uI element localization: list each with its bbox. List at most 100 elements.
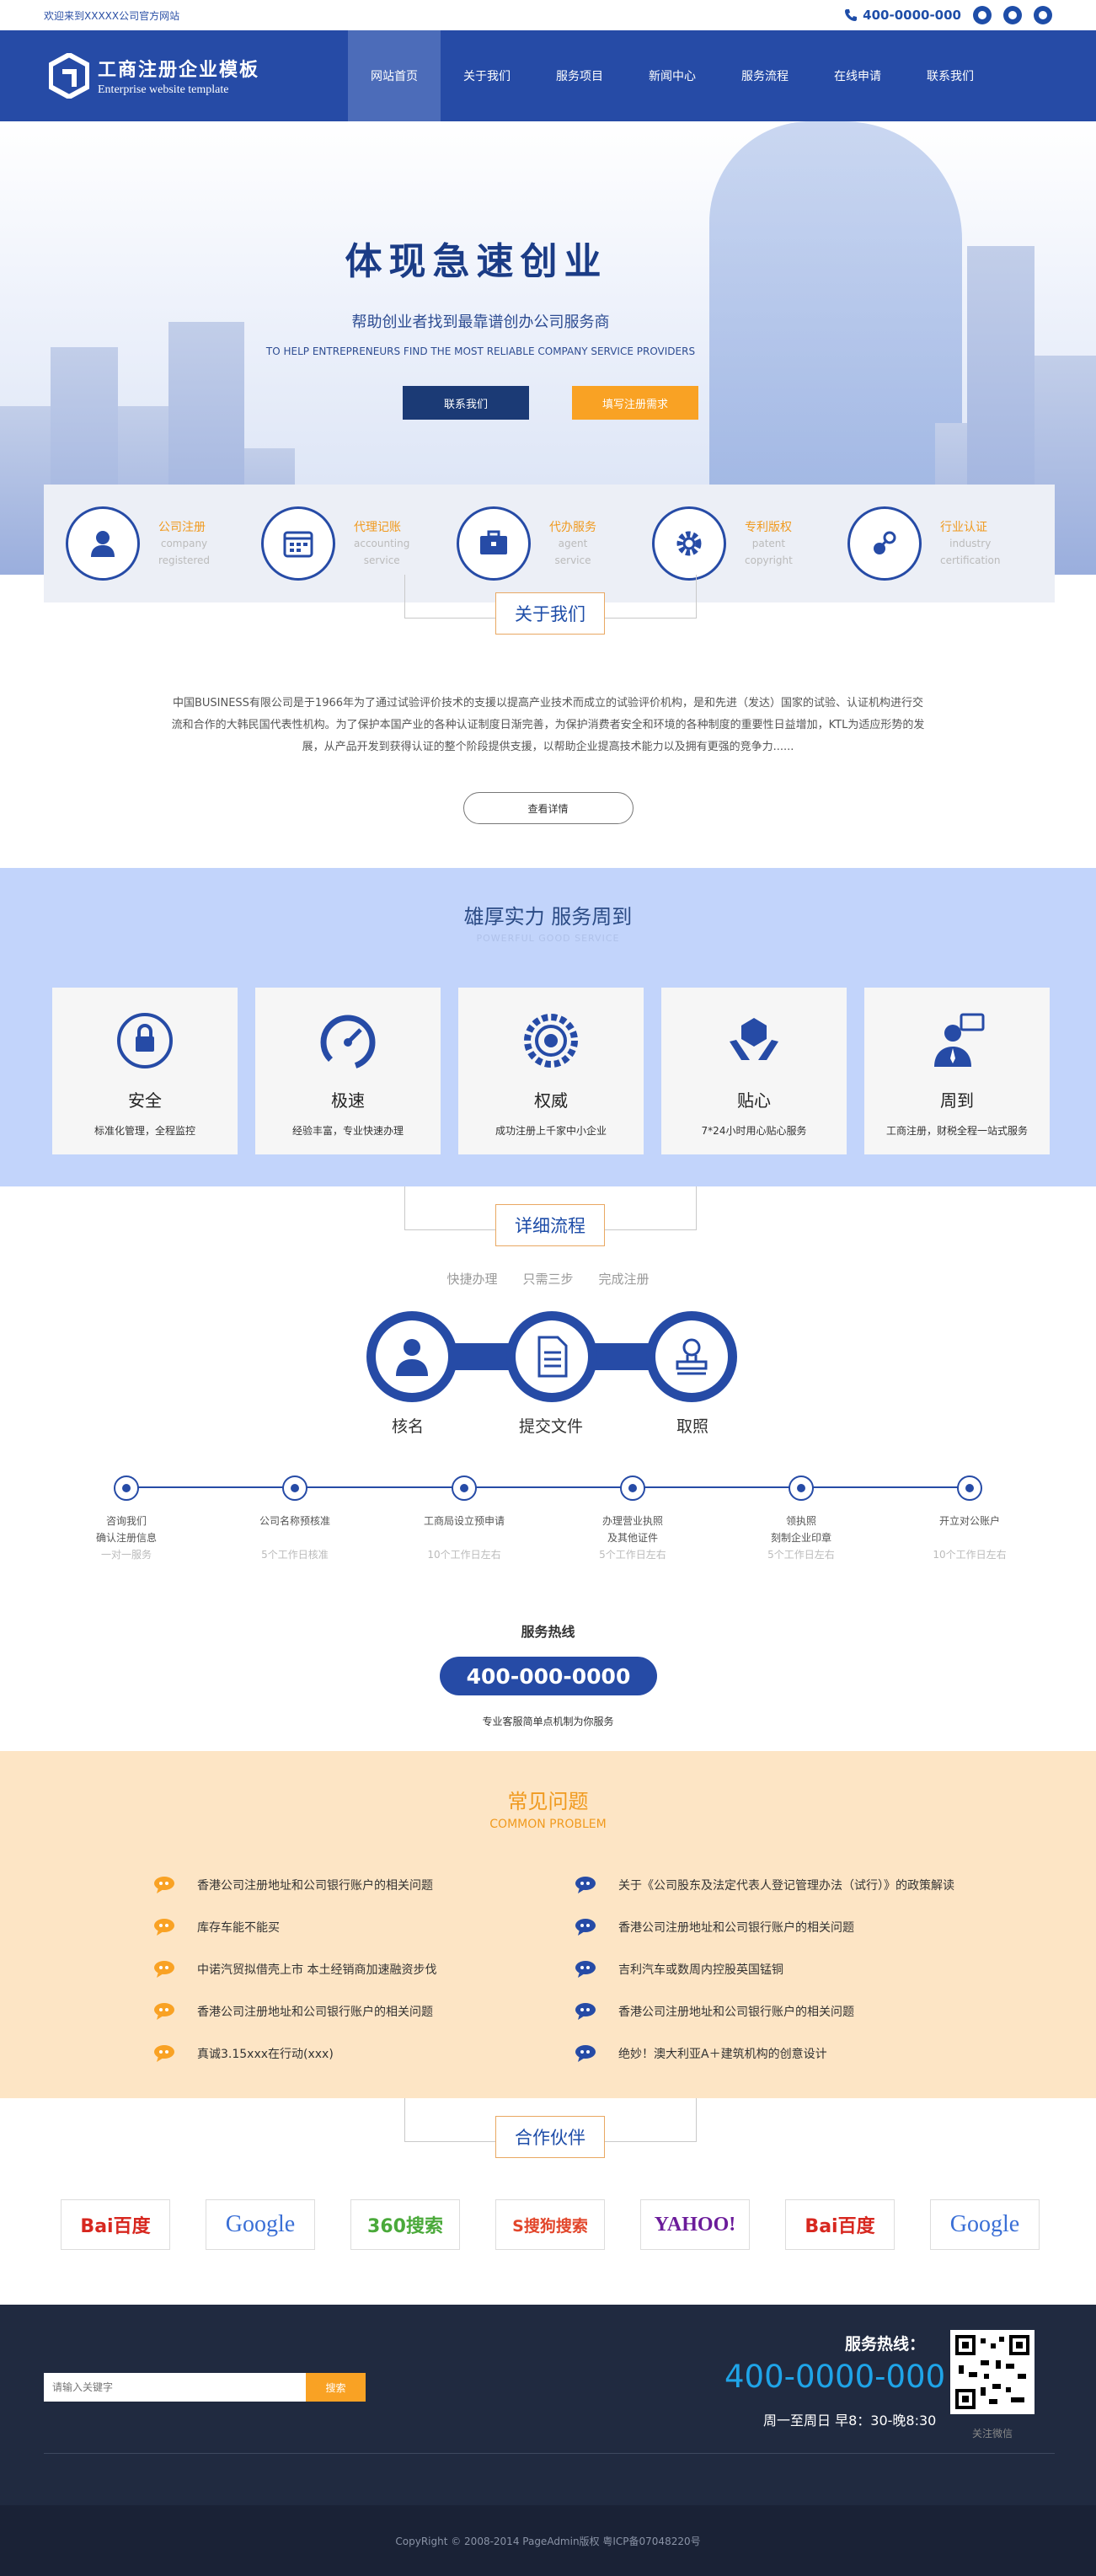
hands-icon	[730, 1018, 778, 1060]
contact-us-button[interactable]: 联系我们	[403, 386, 529, 420]
step-license-circle	[646, 1311, 737, 1402]
timeline-dot	[114, 1475, 139, 1501]
qr-caption: 关注微信	[972, 2428, 1013, 2439]
service-item[interactable]: 代理记账 accounting service	[261, 506, 446, 581]
timeline-step-line2: 确认注册信息	[95, 1532, 157, 1544]
qr-code-icon	[955, 2335, 1029, 2409]
faq-item[interactable]: 库存车能不能买	[153, 1906, 575, 1948]
timeline-step-line1: 办理营业执照	[601, 1515, 663, 1527]
step-label: 取照	[676, 1417, 708, 1436]
service-item[interactable]: 行业认证 industry certification	[847, 506, 1033, 581]
search-input[interactable]	[44, 2373, 306, 2402]
timeline-step: 咨询我们 确认注册信息 一对一服务	[63, 1513, 190, 1563]
service-item[interactable]: 代办服务 agent service	[457, 506, 642, 581]
partner-logo-baidu[interactable]: Bai百度	[61, 2199, 170, 2250]
process-tag: 快捷办理	[446, 1272, 498, 1287]
agent-icon	[934, 1013, 985, 1067]
about-section: 关于我们 中国BUSINESS有限公司是于1966年为了通过试验评价技术的支援以…	[0, 575, 1096, 868]
faq-item[interactable]: 中诺汽贸拟借壳上市 本土经销商加速融资步伐	[153, 1948, 575, 1990]
step-submit-circle	[506, 1311, 597, 1402]
search-button[interactable]: 搜索	[306, 2373, 366, 2402]
nav-contact[interactable]: 联系我们	[904, 30, 997, 121]
qr-code	[950, 2330, 1035, 2414]
strength-name: 贴心	[737, 1090, 771, 1111]
partner-logo-baidu[interactable]: Bai百度	[785, 2199, 895, 2250]
banner-buttons: 联系我们 填写注册需求	[403, 386, 698, 420]
timeline-step-line1: 公司名称预核准	[259, 1515, 330, 1527]
qq-icon[interactable]	[1034, 6, 1052, 24]
about-heading-box: 关于我们	[0, 575, 1096, 642]
phone-icon	[845, 9, 858, 21]
partner-logo-sogou[interactable]: S搜狗搜索	[495, 2199, 605, 2250]
nav-about[interactable]: 关于我们	[441, 30, 533, 121]
faq-item[interactable]: 香港公司注册地址和公司银行账户的相关问题	[575, 1990, 1080, 2032]
wechat-icon[interactable]	[973, 6, 992, 24]
nav-news[interactable]: 新闻中心	[626, 30, 719, 121]
strength-card: 权威 成功注册上千家中小企业	[458, 988, 644, 1154]
faq-text: 真诚3.15xxx在行动(xxx)	[197, 2048, 334, 2061]
nav-services[interactable]: 服务项目	[533, 30, 626, 121]
faq-item[interactable]: 香港公司注册地址和公司银行账户的相关问题	[153, 1990, 575, 2032]
timeline-step: 工商局设立预申请 10个工作日左右	[401, 1513, 527, 1563]
timeline-dot	[282, 1475, 307, 1501]
service-name: 专利版权	[745, 521, 792, 534]
strength-name: 周到	[940, 1090, 974, 1111]
footer: 搜索 服务热线： 400-0000-000 周一至周日 早8：30-晚8:30 …	[0, 2305, 1096, 2505]
partner-logo-360[interactable]: 360搜索	[350, 2199, 460, 2250]
welcome-text: 欢迎来到XXXXX公司官方网站	[44, 9, 180, 22]
chat-bubble-icon	[575, 1961, 596, 1978]
copyright-bar: CopyRight © 2008-2014 PageAdmin版权 粤ICP备0…	[0, 2505, 1096, 2576]
nav-apply[interactable]: 在线申请	[811, 30, 904, 121]
service-en-1: company	[160, 538, 208, 549]
service-name: 行业认证	[940, 521, 987, 534]
nav-home[interactable]: 网站首页	[348, 30, 441, 121]
about-heading: 关于我们	[495, 592, 605, 635]
faq-title: 常见问题	[507, 1790, 589, 1813]
chat-bubble-icon	[575, 2003, 596, 2020]
timeline-step-line2: 刻制企业印章	[770, 1532, 831, 1544]
timeline-step-time: 一对一服务	[100, 1549, 152, 1561]
service-item[interactable]: 公司注册 company registered	[66, 506, 251, 581]
weibo-icon[interactable]	[1003, 6, 1022, 24]
chat-bubble-icon	[154, 2003, 174, 2020]
faq-text: 关于《公司股东及法定代表人登记管理办法（试行）》的政策解读	[618, 1879, 954, 1893]
person-icon	[396, 1339, 428, 1376]
faq-subtitle: COMMON PROBLEM	[489, 1818, 607, 1831]
hotline-pill[interactable]: 400-000-0000	[440, 1657, 657, 1695]
about-text: 中国BUSINESS有限公司是于1966年为了通过试验评价技术的支援以提高产业技…	[171, 697, 925, 753]
partner-logo-yahoo[interactable]: YAHOO!	[640, 2199, 750, 2250]
service-en-1: agent	[558, 538, 588, 549]
gear-icon	[652, 506, 726, 581]
partner-logo-google[interactable]: Google	[206, 2199, 315, 2250]
logo-mark-icon	[49, 53, 89, 99]
service-item[interactable]: 专利版权 patent copyright	[652, 506, 837, 581]
faq-item[interactable]: 绝妙！澳大利亚A＋建筑机构的创意设计	[575, 2032, 1080, 2075]
timeline-step-line1: 领执照	[785, 1515, 816, 1527]
faq-item[interactable]: 关于《公司股东及法定代表人登记管理办法（试行）》的政策解读	[575, 1864, 1080, 1906]
timeline-step: 领执照 刻制企业印章 5个工作日左右	[738, 1513, 864, 1563]
strength-section: 雄厚实力 服务周到 POWERFUL GOOD SERVICE 安全 标准化管理…	[0, 868, 1096, 1186]
banner-subtitle-en: TO HELP ENTREPRENEURS FIND THE MOST RELI…	[265, 345, 696, 357]
partner-logos: Bai百度 Google 360搜索 S搜狗搜索 YAHOO! Bai百度 Go…	[61, 2199, 1040, 2250]
faq-item[interactable]: 真诚3.15xxx在行动(xxx)	[153, 2032, 575, 2075]
step-label: 核名	[391, 1417, 424, 1436]
view-details-button[interactable]: 查看详情	[462, 792, 634, 824]
hotline-note: 专业客服简单点机制为你服务	[482, 1716, 614, 1727]
service-en-1: industry	[949, 538, 992, 549]
faq-text: 香港公司注册地址和公司银行账户的相关问题	[197, 2006, 433, 2019]
faq-item[interactable]: 香港公司注册地址和公司银行账户的相关问题	[153, 1864, 575, 1906]
logo[interactable]: 工商注册企业模板 Enterprise website template	[0, 30, 348, 121]
register-needs-button[interactable]: 填写注册需求	[572, 386, 698, 420]
document-icon	[537, 1336, 568, 1378]
nav-process[interactable]: 服务流程	[719, 30, 811, 121]
timeline-step-time: 10个工作日左右	[933, 1549, 1007, 1561]
faq-section: 常见问题 COMMON PROBLEM 香港公司注册地址和公司银行账户的相关问题…	[0, 1751, 1096, 2098]
faq-item[interactable]: 香港公司注册地址和公司银行账户的相关问题	[575, 1906, 1080, 1948]
service-en-2: copyright	[745, 554, 793, 566]
strength-desc: 标准化管理，全程监控	[94, 1125, 195, 1137]
city-building	[0, 406, 51, 575]
partner-logo-google[interactable]: Google	[930, 2199, 1040, 2250]
faq-text: 绝妙！澳大利亚A＋建筑机构的创意设计	[618, 2048, 827, 2061]
timeline-step-line1: 工商局设立预申请	[423, 1515, 505, 1527]
faq-item[interactable]: 吉利汽车或数周内控股英国锰铜	[575, 1948, 1080, 1990]
